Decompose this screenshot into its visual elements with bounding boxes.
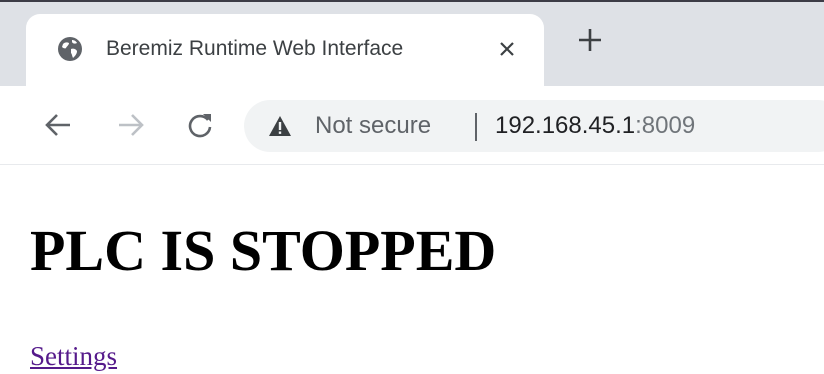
tab-strip: Beremiz Runtime Web Interface: [0, 2, 824, 88]
globe-icon: [57, 36, 83, 62]
browser-toolbar: Not secure 192.168.45.1:8009: [0, 86, 824, 165]
arrow-right-icon[interactable]: [114, 108, 148, 142]
page-title: PLC IS STOPPED: [30, 218, 497, 283]
close-icon[interactable]: [494, 36, 520, 62]
reload-icon[interactable]: [183, 108, 217, 142]
security-label[interactable]: Not secure: [315, 111, 431, 141]
address-separator: [475, 113, 477, 141]
warning-icon[interactable]: [268, 115, 292, 137]
url-text[interactable]: 192.168.45.1:8009: [495, 111, 695, 141]
settings-link[interactable]: Settings: [30, 339, 117, 373]
page-content: PLC IS STOPPED Settings: [0, 165, 824, 374]
tab-title: Beremiz Runtime Web Interface: [106, 37, 404, 60]
address-bar[interactable]: Not secure 192.168.45.1:8009: [244, 100, 824, 152]
url-host: 192.168.45.1: [495, 112, 636, 139]
arrow-left-icon[interactable]: [41, 108, 75, 142]
url-port: :8009: [635, 112, 696, 139]
plus-icon[interactable]: [573, 23, 607, 57]
browser-tab[interactable]: Beremiz Runtime Web Interface: [26, 14, 544, 88]
